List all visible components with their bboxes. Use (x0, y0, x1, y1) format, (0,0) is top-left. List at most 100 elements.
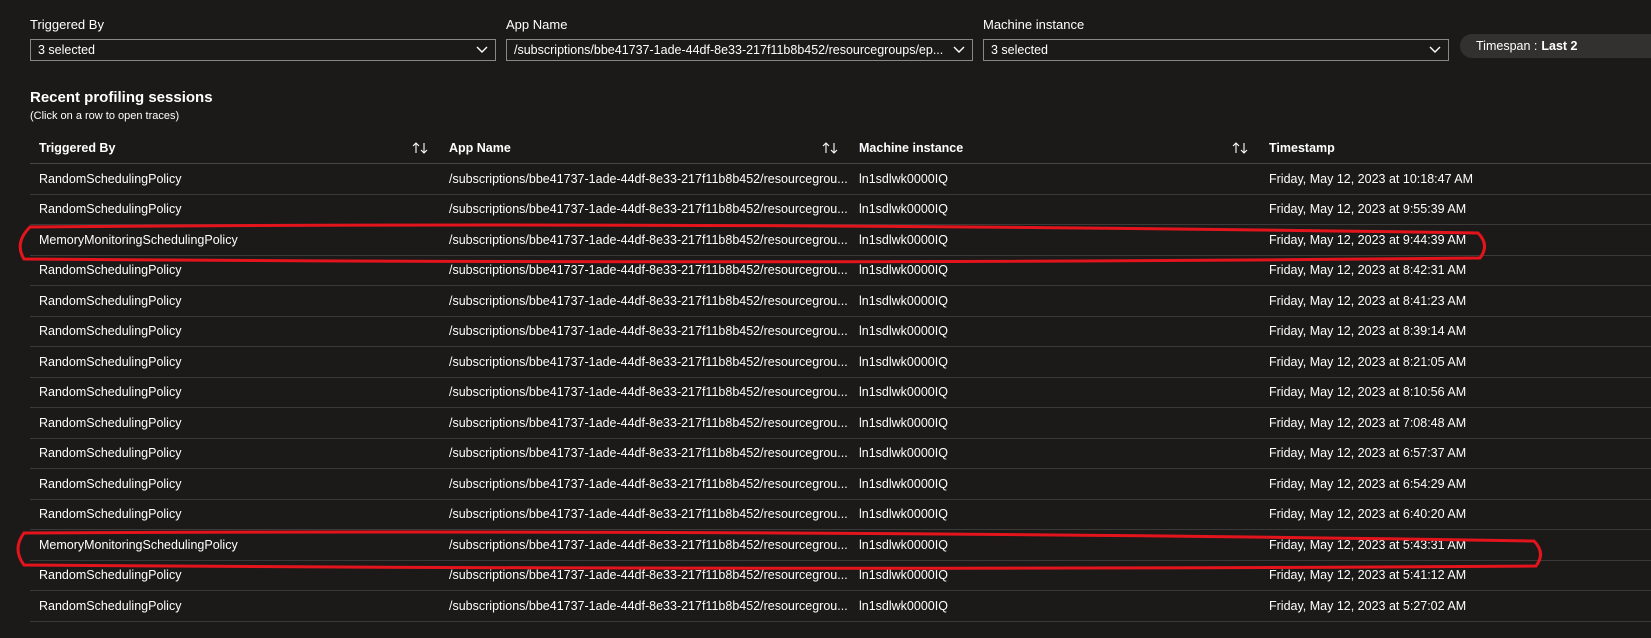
cell-machine-instance: ln1sdlwk0000IQ (859, 293, 948, 308)
section-title: Recent profiling sessions (30, 89, 213, 106)
cell-timestamp: Friday, May 12, 2023 at 7:08:48 AM (1269, 415, 1467, 430)
table-row[interactable]: RandomSchedulingPolicy/subscriptions/bbe… (30, 439, 1651, 469)
cell-timestamp: Friday, May 12, 2023 at 5:27:02 AM (1269, 598, 1467, 613)
table-row[interactable]: RandomSchedulingPolicy/subscriptions/bbe… (30, 561, 1651, 591)
table-row[interactable]: RandomSchedulingPolicy/subscriptions/bbe… (30, 591, 1651, 622)
cell-app-name: /subscriptions/bbe41737-1ade-44df-8e33-2… (449, 354, 848, 369)
column-header-app-name[interactable]: App Name (440, 141, 850, 155)
cell-timestamp: Friday, May 12, 2023 at 6:57:37 AM (1269, 446, 1467, 461)
cell-machine-instance: ln1sdlwk0000IQ (859, 415, 948, 430)
table-row[interactable]: RandomSchedulingPolicy/subscriptions/bbe… (30, 317, 1651, 347)
cell-triggered-by: RandomSchedulingPolicy (39, 476, 182, 491)
table-row[interactable]: RandomSchedulingPolicy/subscriptions/bbe… (30, 500, 1651, 530)
table-header: Triggered By App Name Machine instance T… (30, 133, 1651, 164)
cell-app-name: /subscriptions/bbe41737-1ade-44df-8e33-2… (449, 537, 848, 552)
table-row[interactable]: RandomSchedulingPolicy/subscriptions/bbe… (30, 408, 1651, 439)
cell-app-name: /subscriptions/bbe41737-1ade-44df-8e33-2… (449, 293, 848, 308)
app-name-dropdown[interactable]: /subscriptions/bbe41737-1ade-44df-8e33-2… (506, 39, 973, 61)
cell-app-name: /subscriptions/bbe41737-1ade-44df-8e33-2… (449, 507, 848, 522)
cell-app-name: /subscriptions/bbe41737-1ade-44df-8e33-2… (449, 476, 848, 491)
cell-triggered-by: MemoryMonitoringSchedulingPolicy (39, 537, 238, 552)
app-name-value: /subscriptions/bbe41737-1ade-44df-8e33-2… (514, 43, 944, 57)
cell-timestamp: Friday, May 12, 2023 at 6:40:20 AM (1269, 507, 1467, 522)
column-header-label: App Name (449, 141, 511, 155)
column-header-timestamp[interactable]: Timestamp (1260, 141, 1651, 155)
cell-triggered-by: RandomSchedulingPolicy (39, 415, 182, 430)
app-name-filter: App Name /subscriptions/bbe41737-1ade-44… (506, 17, 973, 61)
cell-machine-instance: ln1sdlwk0000IQ (859, 202, 948, 217)
cell-timestamp: Friday, May 12, 2023 at 5:43:31 AM (1269, 537, 1467, 552)
cell-timestamp: Friday, May 12, 2023 at 8:42:31 AM (1269, 263, 1467, 278)
cell-triggered-by: RandomSchedulingPolicy (39, 598, 182, 613)
cell-triggered-by: RandomSchedulingPolicy (39, 568, 182, 583)
section-subtitle: (Click on a row to open traces) (30, 110, 180, 122)
machine-instance-value: 3 selected (991, 43, 1048, 57)
cell-triggered-by: RandomSchedulingPolicy (39, 385, 182, 400)
table-row[interactable]: RandomSchedulingPolicy/subscriptions/bbe… (30, 469, 1651, 500)
cell-triggered-by: RandomSchedulingPolicy (39, 171, 182, 186)
cell-machine-instance: ln1sdlwk0000IQ (859, 476, 948, 491)
chevron-down-icon (475, 43, 489, 57)
sort-arrows-icon[interactable] (1232, 141, 1248, 155)
table-row[interactable]: MemoryMonitoringSchedulingPolicy/subscri… (30, 225, 1651, 256)
column-header-label: Triggered By (39, 141, 116, 155)
cell-timestamp: Friday, May 12, 2023 at 9:44:39 AM (1269, 232, 1467, 247)
cell-triggered-by: RandomSchedulingPolicy (39, 324, 182, 339)
table-row[interactable]: RandomSchedulingPolicy/subscriptions/bbe… (30, 286, 1651, 317)
table-row[interactable]: RandomSchedulingPolicy/subscriptions/bbe… (30, 195, 1651, 225)
cell-app-name: /subscriptions/bbe41737-1ade-44df-8e33-2… (449, 171, 848, 186)
timespan-value: Last 2 (1541, 39, 1578, 53)
triggered-by-filter: Triggered By 3 selected (30, 17, 496, 61)
cell-machine-instance: ln1sdlwk0000IQ (859, 263, 948, 278)
machine-instance-dropdown[interactable]: 3 selected (983, 39, 1449, 61)
app-name-label: App Name (506, 17, 568, 32)
table-row[interactable]: RandomSchedulingPolicy/subscriptions/bbe… (30, 378, 1651, 408)
sessions-table: Triggered By App Name Machine instance T… (30, 133, 1651, 622)
triggered-by-value: 3 selected (38, 43, 95, 57)
cell-timestamp: Friday, May 12, 2023 at 8:21:05 AM (1269, 354, 1467, 369)
cell-machine-instance: ln1sdlwk0000IQ (859, 446, 948, 461)
cell-triggered-by: RandomSchedulingPolicy (39, 202, 182, 217)
cell-app-name: /subscriptions/bbe41737-1ade-44df-8e33-2… (449, 385, 848, 400)
column-header-label: Timestamp (1269, 141, 1335, 155)
chevron-down-icon (1428, 43, 1442, 57)
timespan-label: Timespan : (1476, 39, 1538, 53)
cell-machine-instance: ln1sdlwk0000IQ (859, 385, 948, 400)
cell-triggered-by: RandomSchedulingPolicy (39, 446, 182, 461)
cell-machine-instance: ln1sdlwk0000IQ (859, 232, 948, 247)
sort-arrows-icon[interactable] (412, 141, 428, 155)
cell-machine-instance: ln1sdlwk0000IQ (859, 598, 948, 613)
cell-machine-instance: ln1sdlwk0000IQ (859, 537, 948, 552)
cell-app-name: /subscriptions/bbe41737-1ade-44df-8e33-2… (449, 324, 848, 339)
cell-machine-instance: ln1sdlwk0000IQ (859, 568, 948, 583)
column-header-triggered-by[interactable]: Triggered By (30, 141, 440, 155)
cell-triggered-by: RandomSchedulingPolicy (39, 293, 182, 308)
cell-timestamp: Friday, May 12, 2023 at 8:41:23 AM (1269, 293, 1467, 308)
machine-instance-filter: Machine instance 3 selected (983, 17, 1449, 61)
cell-timestamp: Friday, May 12, 2023 at 10:18:47 AM (1269, 171, 1474, 186)
table-body: RandomSchedulingPolicy/subscriptions/bbe… (30, 164, 1651, 622)
column-header-label: Machine instance (859, 141, 964, 155)
sort-arrows-icon[interactable] (822, 141, 838, 155)
cell-app-name: /subscriptions/bbe41737-1ade-44df-8e33-2… (449, 446, 848, 461)
timespan-pill[interactable]: Timespan : Last 2 (1460, 34, 1651, 58)
chevron-down-icon (952, 43, 966, 57)
machine-instance-label: Machine instance (983, 17, 1085, 32)
cell-timestamp: Friday, May 12, 2023 at 5:41:12 AM (1269, 568, 1467, 583)
cell-machine-instance: ln1sdlwk0000IQ (859, 507, 948, 522)
cell-app-name: /subscriptions/bbe41737-1ade-44df-8e33-2… (449, 263, 848, 278)
table-row[interactable]: MemoryMonitoringSchedulingPolicy/subscri… (30, 530, 1651, 561)
table-row[interactable]: RandomSchedulingPolicy/subscriptions/bbe… (30, 164, 1651, 195)
cell-timestamp: Friday, May 12, 2023 at 8:39:14 AM (1269, 324, 1467, 339)
cell-machine-instance: ln1sdlwk0000IQ (859, 171, 948, 186)
triggered-by-label: Triggered By (30, 17, 104, 32)
cell-machine-instance: ln1sdlwk0000IQ (859, 354, 948, 369)
cell-app-name: /subscriptions/bbe41737-1ade-44df-8e33-2… (449, 232, 848, 247)
table-row[interactable]: RandomSchedulingPolicy/subscriptions/bbe… (30, 256, 1651, 286)
column-header-machine-instance[interactable]: Machine instance (850, 141, 1260, 155)
triggered-by-dropdown[interactable]: 3 selected (30, 39, 496, 61)
cell-app-name: /subscriptions/bbe41737-1ade-44df-8e33-2… (449, 598, 848, 613)
table-row[interactable]: RandomSchedulingPolicy/subscriptions/bbe… (30, 347, 1651, 378)
cell-triggered-by: MemoryMonitoringSchedulingPolicy (39, 232, 238, 247)
cell-timestamp: Friday, May 12, 2023 at 9:55:39 AM (1269, 202, 1467, 217)
